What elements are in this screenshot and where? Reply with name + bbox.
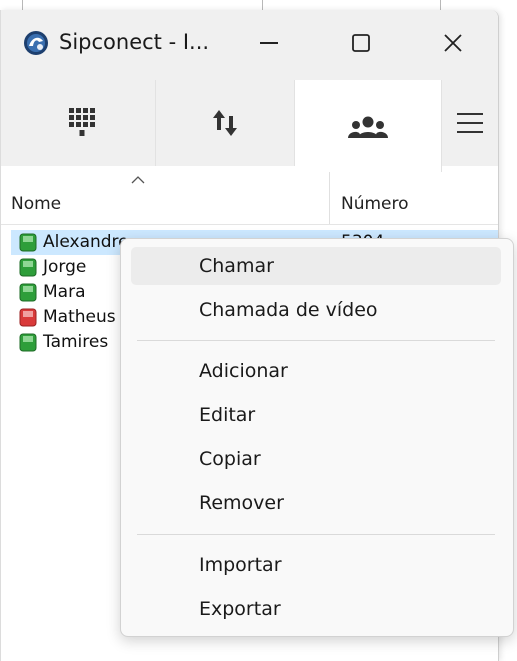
list-header: Nome Número bbox=[1, 172, 498, 225]
menu-item-export[interactable]: Exportar bbox=[131, 590, 501, 628]
phone-status-red-icon bbox=[19, 308, 37, 327]
menu-item-import[interactable]: Importar bbox=[131, 546, 501, 584]
menu-item-remove[interactable]: Remover bbox=[131, 484, 501, 522]
contacts-icon bbox=[348, 116, 388, 138]
phone-status-green-icon bbox=[19, 233, 37, 252]
contact-name: Jorge bbox=[43, 257, 87, 277]
menu-item-label: Chamada de vídeo bbox=[199, 299, 378, 321]
close-icon bbox=[444, 34, 462, 52]
column-divider[interactable] bbox=[329, 172, 330, 224]
column-header-number[interactable]: Número bbox=[341, 194, 409, 214]
tab-contacts[interactable] bbox=[295, 80, 442, 176]
toolbar bbox=[1, 76, 498, 176]
phone-status-green-icon bbox=[19, 258, 37, 277]
window-title: Sipconect - I... bbox=[59, 30, 210, 54]
menu-separator bbox=[137, 340, 495, 341]
contact-name: Matheus bbox=[43, 307, 116, 327]
minimize-button[interactable] bbox=[237, 18, 301, 68]
menu-item-label: Remover bbox=[199, 492, 284, 514]
menu-item-add[interactable]: Adicionar bbox=[131, 352, 501, 390]
phone-status-green-icon bbox=[19, 283, 37, 302]
menu-item-call[interactable]: Chamar bbox=[131, 247, 501, 285]
minimize-icon bbox=[260, 42, 278, 44]
contact-name: Mara bbox=[43, 282, 86, 302]
column-header-name[interactable]: Nome bbox=[11, 194, 61, 214]
title-bar[interactable]: Sipconect - I... bbox=[1, 10, 498, 76]
dialpad-icon bbox=[69, 108, 95, 136]
menu-item-label: Chamar bbox=[199, 255, 274, 277]
menu-item-label: Adicionar bbox=[199, 360, 288, 382]
maximize-icon bbox=[352, 34, 370, 52]
menu-item-label: Exportar bbox=[199, 598, 281, 620]
sort-ascending-icon bbox=[131, 176, 145, 184]
menu-item-label: Importar bbox=[199, 554, 282, 576]
menu-item-video-call[interactable]: Chamada de vídeo bbox=[131, 291, 501, 329]
menu-item-edit[interactable]: Editar bbox=[131, 396, 501, 434]
close-button[interactable] bbox=[421, 18, 485, 68]
tab-menu[interactable] bbox=[442, 80, 498, 166]
phone-status-green-icon bbox=[19, 333, 37, 352]
app-logo-icon bbox=[24, 31, 48, 55]
hamburger-menu-icon bbox=[457, 113, 483, 133]
tab-transfer[interactable] bbox=[156, 80, 295, 166]
menu-item-copy[interactable]: Copiar bbox=[131, 440, 501, 478]
contact-name: Alexandre bbox=[43, 232, 129, 252]
context-menu: Chamar Chamada de vídeo Adicionar Editar… bbox=[120, 238, 514, 637]
tab-dialpad[interactable] bbox=[9, 80, 156, 166]
menu-item-label: Copiar bbox=[199, 448, 261, 470]
contact-name: Tamires bbox=[43, 332, 109, 352]
menu-item-label: Editar bbox=[199, 404, 256, 426]
transfer-arrows-icon bbox=[213, 110, 237, 136]
maximize-button[interactable] bbox=[329, 18, 393, 68]
menu-separator bbox=[137, 534, 495, 535]
